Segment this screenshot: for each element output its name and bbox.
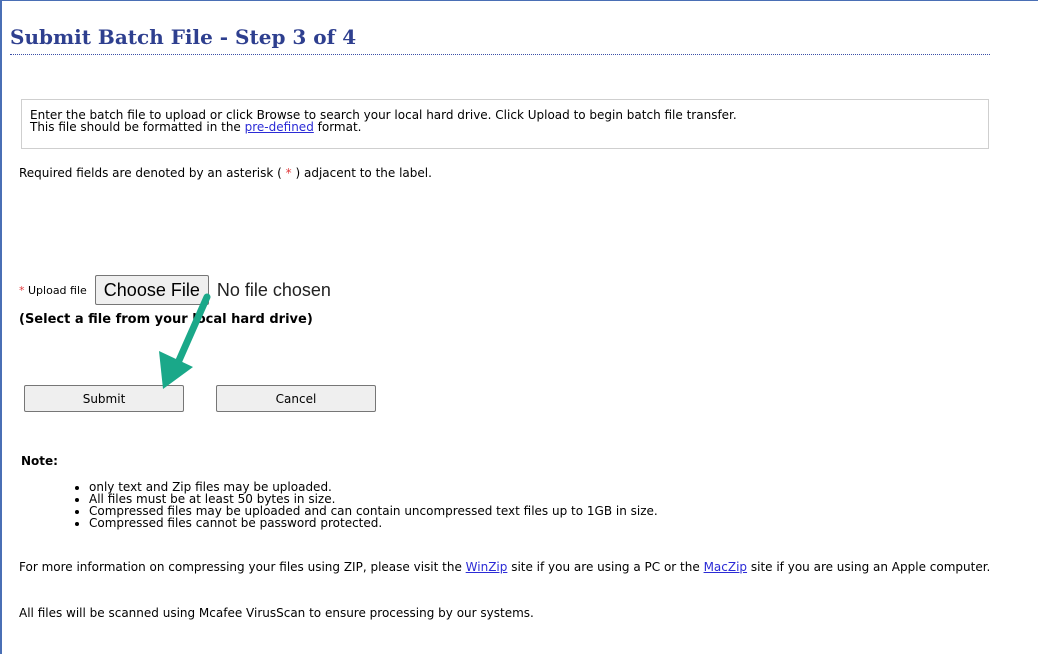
upload-file-label: * Upload file xyxy=(19,284,87,297)
maczip-link[interactable]: MacZip xyxy=(704,560,747,574)
upload-label-text: Upload file xyxy=(28,283,87,297)
required-note-suffix: ) adjacent to the label. xyxy=(291,166,432,180)
page-header: Submit Batch File - Step 3 of 4 xyxy=(10,22,990,55)
note-title: Note: xyxy=(21,454,58,468)
instructions-box: Enter the batch file to upload or click … xyxy=(21,99,989,149)
required-note-text: Required fields are denoted by an asteri… xyxy=(19,166,286,180)
compression-info: For more information on compressing your… xyxy=(19,561,1019,573)
file-status-text: No file chosen xyxy=(216,279,331,300)
instructions-line-2-text: This file should be formatted in the xyxy=(30,120,245,134)
winzip-link[interactable]: WinZip xyxy=(466,560,508,574)
pre-defined-format-link[interactable]: pre-defined xyxy=(245,120,314,134)
upload-required-asterisk: * xyxy=(19,283,25,297)
info-text-middle: site if you are using a PC or the xyxy=(507,560,704,574)
instructions-line-2: This file should be formatted in the pre… xyxy=(30,121,980,133)
info-text-end: site if you are using an Apple computer. xyxy=(747,560,991,574)
instructions-line-2-suffix: format. xyxy=(313,120,362,134)
cancel-button[interactable]: Cancel xyxy=(216,385,376,412)
virus-scan-note: All files will be scanned using Mcafee V… xyxy=(19,606,534,620)
required-fields-note: Required fields are denoted by an asteri… xyxy=(19,166,432,180)
page-title: Submit Batch File - Step 3 of 4 xyxy=(10,25,357,49)
note-list: only text and Zip files may be uploaded.… xyxy=(49,481,658,529)
info-text-start: For more information on compressing your… xyxy=(19,560,466,574)
list-item: Compressed files cannot be password prot… xyxy=(89,517,658,529)
arrow-down-left-icon xyxy=(159,293,211,389)
